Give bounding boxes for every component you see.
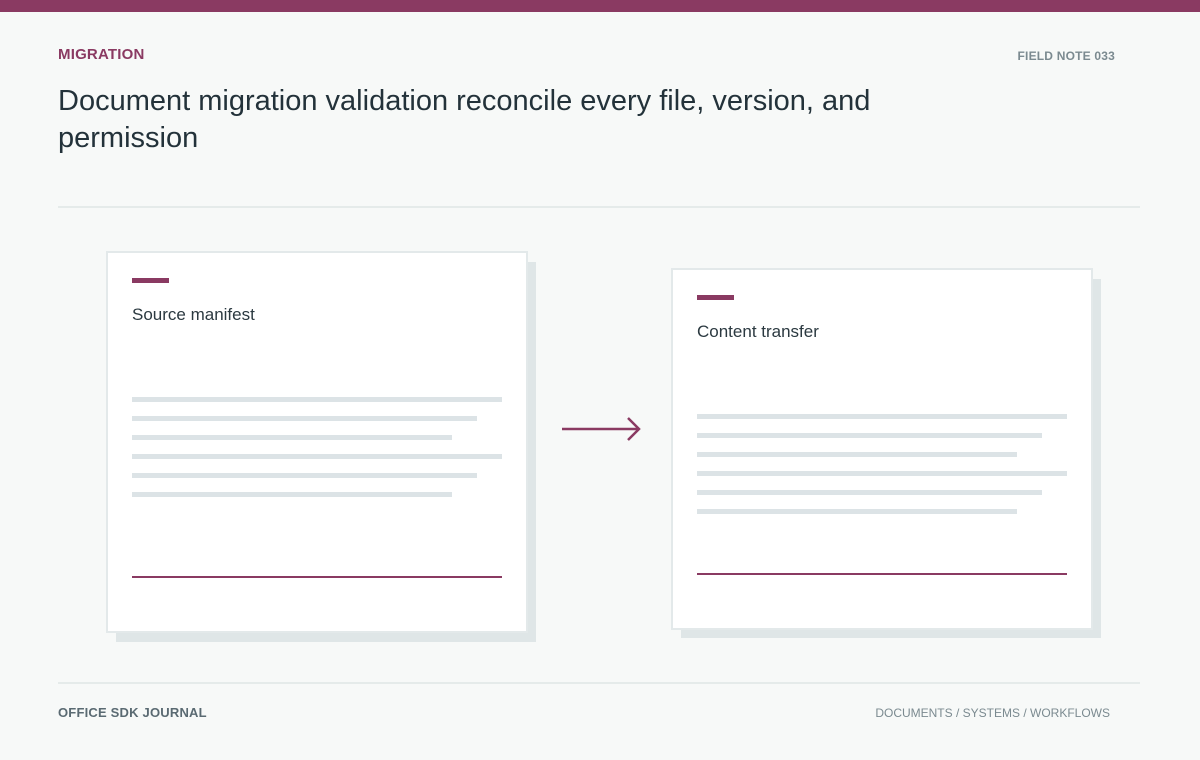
category-breadcrumb: DOCUMENTS / SYSTEMS / WORKFLOWS	[875, 706, 1110, 720]
text-placeholder-line	[132, 397, 502, 402]
card-accent-bar	[132, 278, 169, 283]
card-title: Content transfer	[697, 322, 819, 341]
text-placeholder-line	[697, 471, 1067, 476]
arrow-right-icon	[562, 417, 641, 441]
text-placeholder-line	[697, 509, 1017, 514]
footer-divider	[58, 682, 1140, 684]
card-title: Source manifest	[132, 305, 255, 324]
text-placeholder-line	[697, 414, 1067, 419]
field-note-id: FIELD NOTE 033	[1017, 49, 1115, 63]
text-placeholder-line	[132, 473, 477, 478]
text-placeholder-line	[697, 433, 1042, 438]
publication-name: OFFICE SDK JOURNAL	[58, 705, 207, 720]
text-placeholder-line	[132, 492, 452, 497]
text-placeholder-line	[132, 416, 477, 421]
text-placeholder-line	[132, 454, 502, 459]
page-title: Document migration validation reconcile …	[58, 85, 871, 154]
text-placeholder-line	[132, 435, 452, 440]
content-transfer-card: Content transfer	[671, 268, 1093, 630]
text-placeholder-line	[697, 452, 1017, 457]
card-footer-rule	[132, 576, 502, 578]
card-footer-rule	[697, 573, 1067, 575]
header-divider	[58, 206, 1140, 208]
top-accent-bar	[0, 0, 1200, 12]
card-accent-bar	[697, 295, 734, 300]
source-manifest-card: Source manifest	[106, 251, 528, 633]
section-label: MIGRATION	[58, 46, 145, 63]
text-placeholder-line	[697, 490, 1042, 495]
